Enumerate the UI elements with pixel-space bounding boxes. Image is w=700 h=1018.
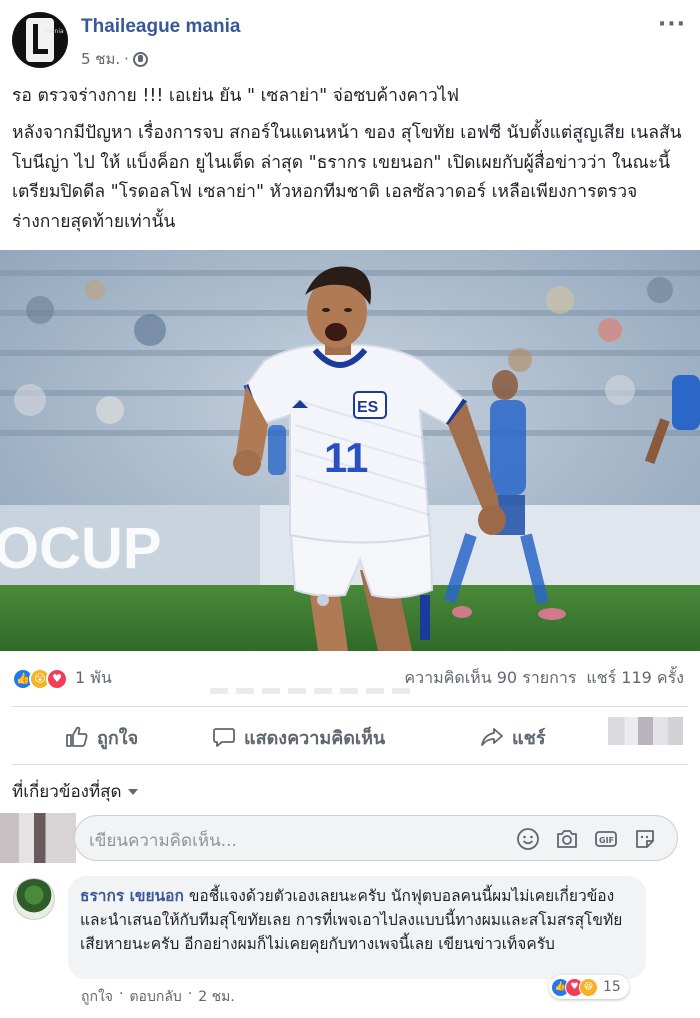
comment-author[interactable]: ธรากร เขยนอก bbox=[80, 887, 184, 905]
logo-l-icon bbox=[26, 18, 54, 62]
page-name[interactable]: Thaileague mania bbox=[81, 16, 240, 38]
football-player-photo: OCUP ES 11 bbox=[0, 250, 700, 651]
logo-text: mania bbox=[45, 28, 64, 35]
camera-icon[interactable] bbox=[555, 827, 579, 851]
meta-separator: · bbox=[124, 50, 129, 68]
comment-time[interactable]: 2 ชม. bbox=[198, 986, 235, 1008]
divider bbox=[12, 706, 688, 707]
comment-sort-label: ที่เกี่ยวข้องที่สุด bbox=[12, 782, 122, 802]
share-icon bbox=[481, 728, 503, 746]
globe-icon[interactable] bbox=[132, 51, 148, 67]
more-icon[interactable]: ··· bbox=[658, 14, 686, 36]
post-meta: 5 ชม. · bbox=[81, 47, 148, 71]
post-title: รอ ตรวจร่างกาย !!! เอเย่น ยัน " เซลาย่า"… bbox=[12, 86, 460, 106]
comment-like-link[interactable]: ถูกใจ bbox=[81, 986, 113, 1008]
like-icon bbox=[66, 726, 88, 747]
comment-actions-separator: · bbox=[187, 986, 193, 1002]
post-body: หลังจากมีปัญหา เรื่องการจบ สกอร์ในแดนหน้… bbox=[12, 123, 682, 232]
comment-label: แสดงความคิดเห็น bbox=[244, 727, 386, 749]
comment-icon bbox=[213, 728, 235, 747]
reply-author-avatar[interactable] bbox=[13, 878, 55, 920]
comment-reaction-count: 15 bbox=[603, 979, 621, 995]
sticker-icon[interactable] bbox=[633, 827, 657, 851]
like-label: ถูกใจ bbox=[97, 727, 139, 749]
love-reaction-icon: ♥ bbox=[46, 667, 68, 690]
jersey-number: 11 bbox=[324, 434, 368, 481]
comment-actions-separator: · bbox=[119, 986, 124, 1002]
reaction-summary[interactable]: 👍 😮 ♥ 1 พัน bbox=[12, 666, 112, 691]
post-stats: ความคิดเห็น 90 รายการ แชร์ 119 ครั้ง bbox=[404, 666, 684, 691]
svg-text:GIF: GIF bbox=[599, 836, 614, 845]
page-avatar[interactable]: mania bbox=[12, 12, 68, 68]
comment-placeholder: เขียนความคิดเห็น... bbox=[89, 831, 237, 851]
caret-icon bbox=[127, 788, 138, 795]
comment-sort-dropdown[interactable]: ที่เกี่ยวข้องที่สุด bbox=[12, 778, 138, 805]
divider bbox=[12, 764, 688, 765]
reactions-count: 1 พัน bbox=[75, 668, 112, 687]
comment-actions: ถูกใจ · ตอบกลับ · 2 ชม. bbox=[81, 986, 235, 1008]
post-header: mania Thaileague mania 5 ชม. · ··· bbox=[0, 0, 700, 80]
share-label: แชร์ bbox=[512, 727, 546, 749]
shares-count[interactable]: แชร์ 119 ครั้ง bbox=[586, 666, 684, 691]
post-time[interactable]: 5 ชม. bbox=[81, 47, 120, 71]
blurred-avatar bbox=[608, 717, 683, 745]
post-photo[interactable]: OCUP ES 11 bbox=[0, 250, 700, 651]
gif-icon[interactable]: GIF bbox=[594, 827, 618, 851]
comments-count[interactable]: ความคิดเห็น 90 รายการ bbox=[404, 666, 576, 691]
comment-button[interactable]: แสดงความคิดเห็น bbox=[212, 722, 385, 752]
jersey-crest-text: ES bbox=[357, 399, 379, 416]
comment-reply-link[interactable]: ตอบกลับ bbox=[129, 986, 181, 1008]
comment-reactions[interactable]: 👍 ♥ 😆 15 bbox=[549, 975, 629, 999]
haha-reaction-icon: 😆 bbox=[579, 977, 598, 997]
current-user-avatar[interactable] bbox=[0, 813, 76, 863]
comment-bubble: ธรากร เขยนอก ขอชี้แจงด้วยตัวเองเลยนะครับ… bbox=[68, 876, 646, 979]
comment-input[interactable]: เขียนความคิดเห็น... GIF bbox=[74, 815, 678, 861]
banner-text: OCUP bbox=[0, 516, 162, 581]
share-button[interactable]: แชร์ bbox=[480, 722, 546, 752]
emoji-icon[interactable] bbox=[516, 827, 540, 851]
blurred-text bbox=[210, 688, 410, 694]
like-button[interactable]: ถูกใจ bbox=[65, 722, 138, 752]
